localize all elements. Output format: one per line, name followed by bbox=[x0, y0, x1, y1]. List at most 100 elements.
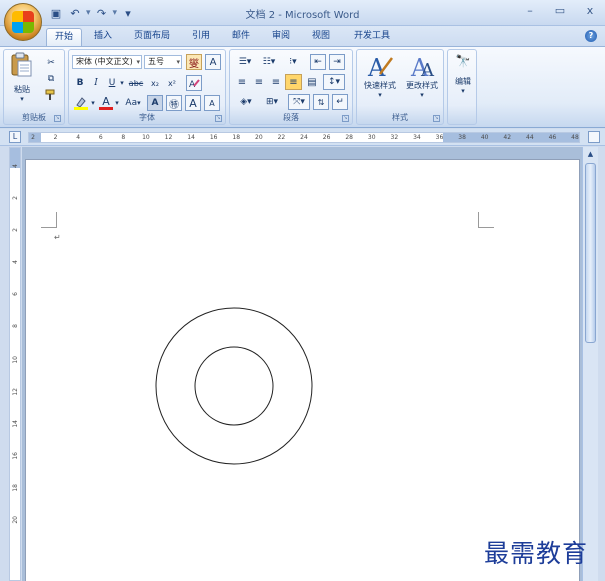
office-button[interactable] bbox=[4, 3, 42, 41]
tab-selector-button[interactable]: L bbox=[9, 131, 21, 143]
vertical-ruler-tick-label: 2 bbox=[12, 196, 19, 200]
character-shading-icon[interactable]: A bbox=[147, 95, 163, 111]
tab-review[interactable]: 审阅 bbox=[264, 28, 298, 46]
justify-icon[interactable]: ≡ bbox=[285, 74, 302, 90]
change-styles-button[interactable]: A A 更改样式 ▾ bbox=[401, 52, 443, 99]
document-page[interactable]: ↵ bbox=[25, 159, 580, 581]
font-launcher-icon[interactable]: ↘ bbox=[215, 115, 222, 122]
font-group: 宋体 (中文正文) ▾ 五号 ▾ 燮 A B I U ▾ abc x₂ x² A… bbox=[68, 49, 226, 125]
ribbon-tabs: 开始 插入 页面布局 引用 邮件 审阅 视图 开发工具 ? bbox=[0, 26, 605, 46]
chevron-down-icon: ▾ bbox=[176, 58, 180, 66]
font-size-select[interactable]: 五号 ▾ bbox=[144, 55, 182, 69]
font-name-select[interactable]: 宋体 (中文正文) ▾ bbox=[72, 55, 142, 69]
svg-text:A: A bbox=[420, 60, 435, 80]
phonetic-guide-icon[interactable]: 燮 bbox=[186, 54, 202, 70]
chevron-down-icon[interactable]: ▾ bbox=[118, 76, 126, 90]
show-marks-icon[interactable]: ↵ bbox=[332, 94, 348, 110]
vertical-ruler-tick-label: 8 bbox=[12, 324, 19, 328]
close-button[interactable]: x bbox=[583, 4, 597, 18]
ruler-tick-label: 34 bbox=[413, 134, 421, 141]
title-bar: ▣ ↶ ▾ ↷ ▾ ▾ 文档 2 - Microsoft Word – ▭ x bbox=[0, 0, 605, 41]
borders-icon[interactable]: ⊞▾ bbox=[260, 95, 284, 109]
minimize-button[interactable]: – bbox=[523, 4, 537, 18]
chinese-layout-icon[interactable]: ⤧▾ bbox=[288, 94, 310, 110]
clipboard-launcher-icon[interactable]: ↘ bbox=[54, 115, 61, 122]
styles-launcher-icon[interactable]: ↘ bbox=[433, 115, 440, 122]
align-left-icon[interactable]: ≡ bbox=[234, 75, 250, 89]
tab-references[interactable]: 引用 bbox=[184, 28, 218, 46]
align-right-icon[interactable]: ≡ bbox=[268, 75, 284, 89]
donut-shape[interactable] bbox=[154, 306, 314, 466]
tab-insert[interactable]: 插入 bbox=[86, 28, 120, 46]
crop-mark-top-left bbox=[41, 212, 57, 228]
paste-button[interactable]: 粘贴 ▾ bbox=[8, 52, 36, 103]
ruler-tick-label: 2 bbox=[31, 134, 35, 141]
quick-styles-button[interactable]: A 快速样式 ▾ bbox=[360, 52, 400, 99]
restore-button[interactable]: ▭ bbox=[553, 4, 567, 18]
quick-styles-label: 快速样式 bbox=[364, 81, 396, 90]
align-center-icon[interactable]: ≡ bbox=[251, 75, 267, 89]
format-painter-icon[interactable] bbox=[44, 88, 58, 102]
ruler-tick-label: 44 bbox=[526, 134, 534, 141]
tab-developer[interactable]: 开发工具 bbox=[346, 28, 398, 46]
tab-view[interactable]: 视图 bbox=[304, 28, 338, 46]
chevron-down-icon[interactable]: ▾ bbox=[89, 96, 97, 110]
paste-label: 粘贴 bbox=[14, 85, 30, 94]
shading-icon[interactable]: ◈▾ bbox=[234, 95, 258, 109]
bullets-icon[interactable]: ☰▾ bbox=[234, 55, 256, 69]
superscript-button[interactable]: x² bbox=[165, 76, 179, 90]
italic-button[interactable]: I bbox=[90, 76, 102, 90]
window-controls: – ▭ x bbox=[523, 4, 597, 18]
tab-home[interactable]: 开始 bbox=[46, 28, 83, 46]
quick-styles-icon: A bbox=[367, 54, 393, 80]
ruler-tick-label: 24 bbox=[300, 134, 308, 141]
chevron-down-icon[interactable]: ▾ bbox=[113, 96, 121, 110]
tab-mailings[interactable]: 邮件 bbox=[224, 28, 258, 46]
numbering-icon[interactable]: ☷▾ bbox=[258, 55, 280, 69]
clear-formatting-icon[interactable]: A bbox=[186, 75, 202, 91]
line-spacing-icon[interactable]: ↕▾ bbox=[323, 74, 345, 90]
editing-button[interactable]: 🔭 编辑 ▾ bbox=[449, 54, 477, 95]
underline-button[interactable]: U bbox=[106, 76, 118, 90]
subscript-button[interactable]: x₂ bbox=[148, 76, 162, 90]
shrink-font-button[interactable]: A bbox=[204, 95, 220, 111]
font-color-icon[interactable]: A bbox=[99, 95, 113, 110]
ruler-tick-label: 30 bbox=[367, 134, 376, 141]
outer-circle bbox=[155, 307, 313, 465]
bold-button[interactable]: B bbox=[74, 76, 86, 90]
view-ruler-icon[interactable] bbox=[588, 131, 600, 143]
font-size-value: 五号 bbox=[148, 57, 164, 66]
paragraph-launcher-icon[interactable]: ↘ bbox=[342, 115, 349, 122]
copy-icon[interactable]: ⧉ bbox=[44, 72, 58, 86]
vertical-scrollbar[interactable]: ▲ bbox=[582, 147, 598, 581]
vertical-ruler-tick-label: 10 bbox=[12, 356, 19, 364]
vertical-ruler-tick-label: 4 bbox=[12, 260, 19, 264]
enclose-characters-icon[interactable]: ㊕ bbox=[166, 95, 182, 111]
increase-indent-icon[interactable]: ⇥ bbox=[329, 54, 345, 70]
character-border-icon[interactable]: A bbox=[205, 54, 221, 70]
strikethrough-button[interactable]: abc bbox=[127, 76, 145, 90]
ruler-tick-label: 32 bbox=[390, 134, 399, 141]
scroll-thumb[interactable] bbox=[585, 163, 596, 343]
decrease-indent-icon[interactable]: ⇤ bbox=[310, 54, 326, 70]
highlight-icon[interactable] bbox=[73, 96, 89, 110]
ruler-tick-label: 16 bbox=[209, 134, 218, 141]
cut-icon[interactable]: ✂ bbox=[44, 56, 58, 70]
font-group-label: 字体 bbox=[139, 113, 155, 122]
ruler-tick-label: 46 bbox=[548, 134, 557, 141]
scroll-up-icon[interactable]: ▲ bbox=[585, 149, 596, 160]
window-title: 文档 2 - Microsoft Word bbox=[245, 10, 360, 21]
sort-icon[interactable]: ⇅ bbox=[313, 94, 329, 110]
ruler-tick-label: 42 bbox=[503, 134, 512, 141]
ruler-tick-label: 36 bbox=[435, 134, 444, 141]
multilevel-list-icon[interactable]: ⁝▾ bbox=[282, 55, 304, 69]
ruler-tick-label: 28 bbox=[345, 134, 353, 141]
ruler-strip[interactable]: 2 2 4 6 8 10 12 14 16 18 20 22 24 26 28 30 32 34 36 38 40 42 4… bbox=[28, 132, 580, 143]
horizontal-ruler: L 2 2 4 6 8 10 12 14 16 18 20 22 24 26 28 30 32 34 36 38 40 4… bbox=[0, 129, 605, 146]
tab-page-layout[interactable]: 页面布局 bbox=[126, 28, 178, 46]
distributed-icon[interactable]: ▤ bbox=[304, 75, 320, 89]
grow-font-button[interactable]: A bbox=[185, 95, 201, 111]
ruler-tick-label: 6 bbox=[98, 134, 103, 141]
change-case-button[interactable]: Aa ▾ bbox=[123, 96, 143, 110]
help-icon[interactable]: ? bbox=[585, 30, 597, 42]
